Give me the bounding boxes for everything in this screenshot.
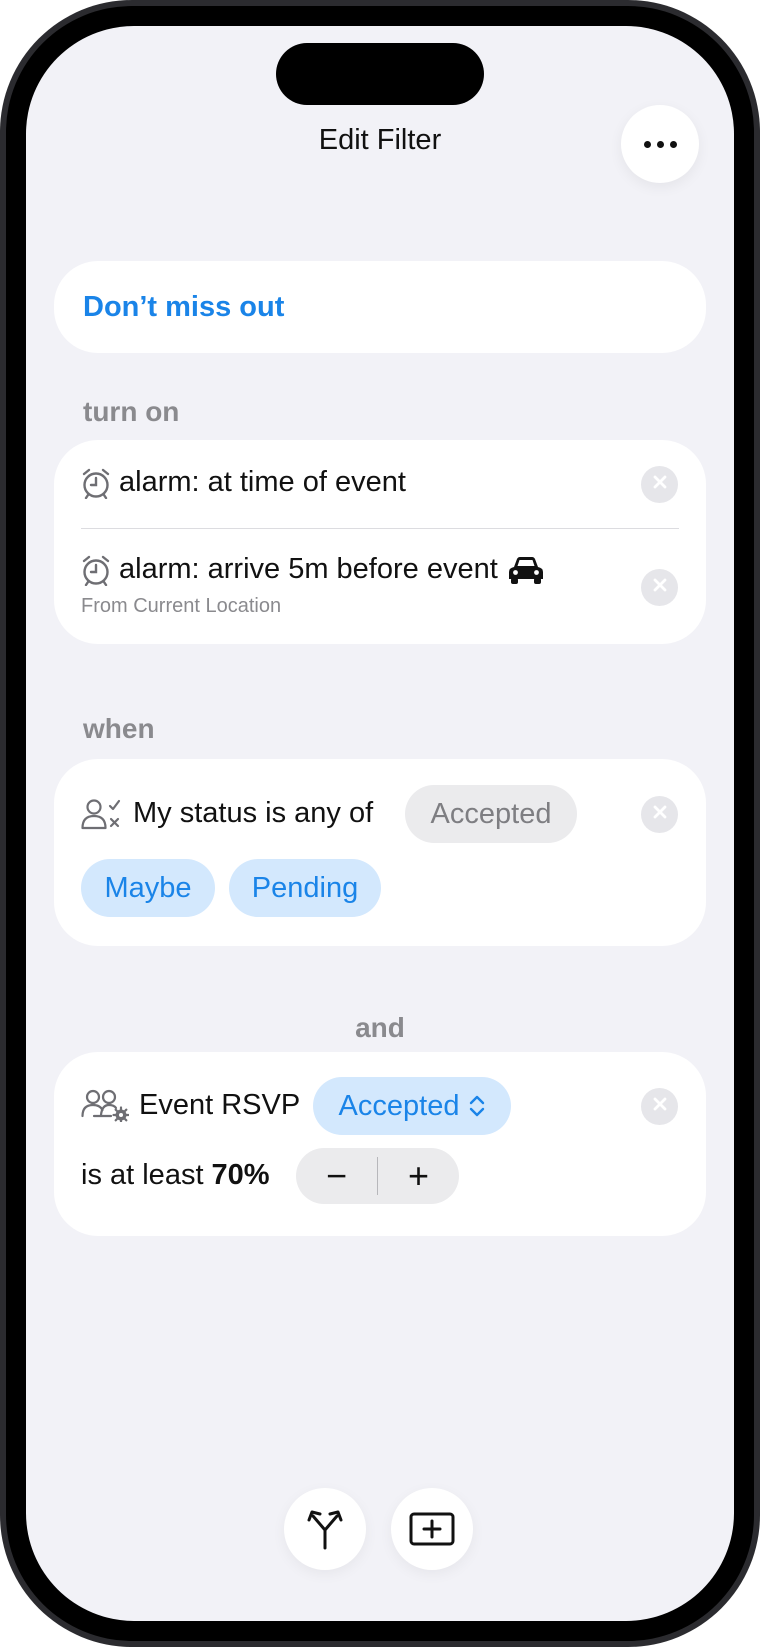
alarm-clock-icon <box>81 467 111 499</box>
add-condition-button[interactable] <box>391 1488 473 1570</box>
action-row-alarm-arrive[interactable]: alarm: arrive 5m before event From Curre… <box>54 529 706 644</box>
remove-condition-button[interactable] <box>641 1088 678 1125</box>
branch-icon <box>305 1508 345 1550</box>
section-label-when: when <box>83 713 155 744</box>
condition-text: Event RSVP <box>139 1088 301 1121</box>
rsvp-status-dropdown[interactable]: Accepted <box>313 1077 511 1135</box>
more-button[interactable] <box>621 105 699 183</box>
chevron-up-down-icon <box>469 1094 485 1118</box>
close-icon <box>653 578 667 597</box>
close-icon <box>653 805 667 824</box>
action-text: alarm: arrive 5m before event <box>119 553 498 585</box>
condition-text: My status is any of <box>133 797 374 829</box>
turn-on-card: alarm: at time of event alarm: arrive 5m… <box>54 440 706 644</box>
close-icon <box>653 1097 667 1116</box>
person-check-icon <box>81 798 125 830</box>
threshold-value: 70% <box>211 1159 270 1191</box>
add-branch-button[interactable] <box>284 1488 366 1570</box>
remove-action-button[interactable] <box>641 466 678 503</box>
increment-button[interactable]: + <box>378 1148 459 1204</box>
filter-name-card[interactable]: Don’t miss out <box>54 261 706 353</box>
conjunction-label: and <box>355 1012 405 1043</box>
rsvp-condition-card: Event RSVP Accepted is at least 70% − + <box>54 1052 706 1236</box>
ellipsis-icon <box>643 140 677 148</box>
screen: Edit Filter Don’t miss out turn on alarm… <box>26 26 734 1621</box>
dynamic-island <box>276 43 484 105</box>
remove-condition-button[interactable] <box>641 796 678 833</box>
filter-name-field[interactable]: Don’t miss out <box>83 291 284 324</box>
phone-frame: Edit Filter Don’t miss out turn on alarm… <box>0 0 760 1647</box>
alarm-clock-icon <box>81 554 111 586</box>
decrement-button[interactable]: − <box>296 1148 377 1204</box>
section-label-turn-on: turn on <box>83 396 180 427</box>
phone-bezel: Edit Filter Don’t miss out turn on alarm… <box>6 6 754 1641</box>
action-text: alarm: at time of event <box>119 466 406 498</box>
action-subtitle: From Current Location <box>81 595 282 617</box>
status-chip-accepted[interactable]: Accepted <box>405 785 577 843</box>
status-chip-maybe[interactable]: Maybe <box>81 859 215 917</box>
group-gear-icon <box>81 1088 129 1122</box>
threshold-prefix: is at least <box>81 1159 204 1191</box>
close-icon <box>653 475 667 494</box>
remove-action-button[interactable] <box>641 569 678 606</box>
status-chip-pending[interactable]: Pending <box>229 859 381 917</box>
dropdown-value: Accepted <box>338 1089 460 1122</box>
status-condition-card: My status is any of Accepted Maybe Pendi… <box>54 759 706 946</box>
add-card-icon <box>409 1511 455 1547</box>
car-icon <box>508 556 544 584</box>
threshold-stepper: − + <box>296 1148 459 1204</box>
action-row-alarm-at-time[interactable]: alarm: at time of event <box>54 440 706 528</box>
